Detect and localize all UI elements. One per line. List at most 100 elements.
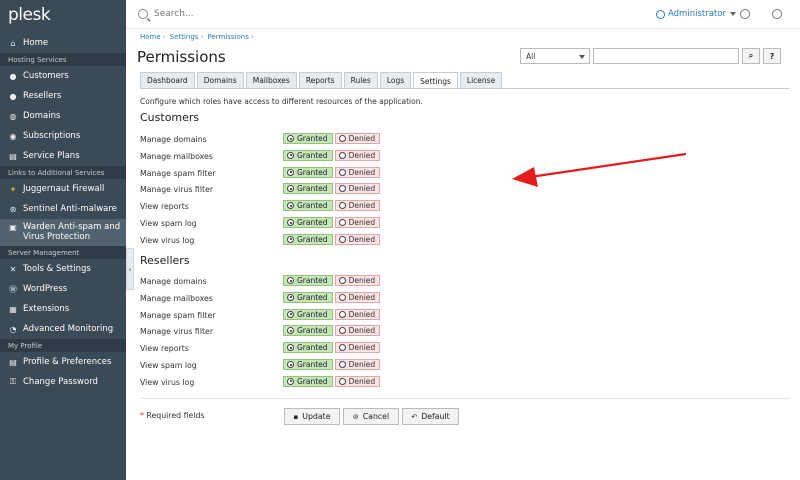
- radio-icon: [338, 168, 346, 176]
- global-search-input[interactable]: Search...: [154, 9, 194, 19]
- sidebar-item-resellers[interactable]: ● Resellers: [0, 86, 126, 106]
- sidebar-item-tools-settings[interactable]: ✕ Tools & Settings: [0, 259, 126, 279]
- denied-radio[interactable]: Denied: [334, 325, 381, 337]
- search-icon[interactable]: [138, 9, 148, 19]
- granted-radio[interactable]: Granted: [283, 275, 333, 286]
- breadcrumb-home[interactable]: Home: [140, 33, 161, 41]
- radio-icon: [338, 344, 346, 352]
- sidebar-item-label: Home: [23, 38, 49, 48]
- sidebar-item-extensions[interactable]: ▦ Extensions: [0, 299, 126, 319]
- permission-label: Manage mailboxes: [140, 151, 213, 161]
- granted-radio[interactable]: Granted: [283, 233, 333, 245]
- sidebar-item-profile[interactable]: ▤ Profile & Preferences: [0, 352, 126, 372]
- denied-radio[interactable]: Denied: [334, 291, 381, 303]
- granted-radio[interactable]: Granted: [283, 308, 333, 320]
- denied-radio[interactable]: Denied: [334, 217, 381, 228]
- tab-reports[interactable]: Reports: [298, 72, 342, 88]
- radio-icon: [338, 361, 346, 368]
- default-button[interactable]: ↶ Default: [402, 408, 459, 425]
- filter-select[interactable]: All: [520, 48, 590, 64]
- sidebar-item-label: Domains: [23, 111, 61, 121]
- sidebar-item-service-plans[interactable]: ▤ Service Plans: [0, 146, 126, 166]
- sidebar-item-subscriptions[interactable]: ◉ Subscriptions: [0, 126, 126, 146]
- permission-radio-group: Granted Denied: [283, 166, 382, 178]
- cancel-button[interactable]: ⊘ Cancel: [343, 408, 399, 425]
- group-title-resellers: Resellers: [140, 254, 190, 267]
- tab-logs[interactable]: Logs: [379, 72, 412, 88]
- chevron-down-icon: [729, 12, 736, 16]
- sidebar-item-sentinel[interactable]: ⊛ Sentinel Anti-malware: [0, 199, 126, 219]
- sidebar-item-customers[interactable]: ● Customers: [0, 66, 126, 86]
- sidebar-item-home[interactable]: ⌂ Home: [0, 33, 126, 53]
- cancel-button-label: Cancel: [362, 412, 390, 421]
- granted-label: Granted: [297, 276, 328, 285]
- denied-radio[interactable]: Denied: [334, 275, 381, 286]
- sidebar-collapse-toggle[interactable]: ‹: [126, 248, 134, 290]
- denied-radio[interactable]: Denied: [334, 133, 381, 144]
- tab-rules[interactable]: Rules: [343, 72, 378, 88]
- radio-icon: [287, 185, 294, 193]
- permission-row: View reports Granted Denied: [140, 342, 540, 357]
- denied-radio[interactable]: Denied: [334, 342, 381, 354]
- update-button[interactable]: ▪ Update: [284, 408, 340, 425]
- help-lifebuoy-icon[interactable]: [740, 9, 750, 19]
- support-icon[interactable]: [772, 9, 782, 19]
- tab-license[interactable]: License: [459, 72, 503, 88]
- sidebar-item-juggernaut-firewall[interactable]: ✦ Juggernaut Firewall: [0, 179, 126, 199]
- tab-divider: [140, 88, 790, 89]
- denied-radio[interactable]: Denied: [334, 375, 381, 387]
- help-button[interactable]: ?: [763, 48, 781, 64]
- denied-radio[interactable]: Denied: [334, 200, 381, 212]
- granted-label: Granted: [297, 167, 328, 177]
- granted-label: Granted: [297, 326, 328, 336]
- tab-settings[interactable]: Settings: [413, 72, 458, 89]
- granted-radio[interactable]: Granted: [283, 133, 333, 144]
- search-button[interactable]: ⌕: [742, 48, 760, 64]
- denied-radio[interactable]: Denied: [334, 183, 381, 195]
- granted-radio[interactable]: Granted: [283, 166, 333, 178]
- denied-radio[interactable]: Denied: [334, 166, 381, 178]
- granted-radio[interactable]: Granted: [283, 149, 333, 161]
- granted-radio[interactable]: Granted: [283, 217, 333, 228]
- granted-radio[interactable]: Granted: [283, 325, 333, 337]
- granted-radio[interactable]: Granted: [283, 291, 333, 303]
- tab-mailboxes[interactable]: Mailboxes: [245, 72, 297, 88]
- filter-search-input[interactable]: [593, 48, 739, 64]
- permission-radio-group: Granted Denied: [283, 359, 382, 370]
- permission-label: View virus log: [140, 235, 195, 245]
- denied-radio[interactable]: Denied: [334, 359, 381, 370]
- breadcrumb-permissions[interactable]: Permissions: [207, 33, 248, 41]
- denied-label: Denied: [348, 276, 376, 285]
- granted-radio[interactable]: Granted: [283, 375, 333, 387]
- sidebar-item-change-password[interactable]: ⚿ Change Password: [0, 372, 126, 392]
- sidebar-item-domains[interactable]: ◍ Domains: [0, 106, 126, 126]
- denied-radio[interactable]: Denied: [334, 233, 381, 245]
- sidebar-item-wordpress[interactable]: Ⓦ WordPress: [0, 279, 126, 299]
- denied-label: Denied: [348, 134, 376, 143]
- denied-label: Denied: [348, 167, 376, 177]
- plesk-logo[interactable]: plesk: [0, 0, 126, 33]
- required-fields-note: * Required fields: [140, 411, 204, 420]
- granted-label: Granted: [297, 292, 328, 302]
- wordpress-icon: Ⓦ: [9, 284, 17, 294]
- sidebar-item-advanced-monitoring[interactable]: ◔ Advanced Monitoring: [0, 319, 126, 339]
- denied-radio[interactable]: Denied: [334, 149, 381, 161]
- granted-radio[interactable]: Granted: [283, 359, 333, 370]
- sidebar-item-warden[interactable]: ▣ Warden Anti-spam and Virus Protection: [0, 219, 126, 246]
- sidebar-item-label: Subscriptions: [23, 131, 81, 141]
- tab-domains[interactable]: Domains: [196, 72, 244, 88]
- breadcrumb-settings[interactable]: Settings: [170, 33, 199, 41]
- permission-radio-group: Granted Denied: [283, 308, 382, 320]
- user-menu[interactable]: Administrator: [656, 9, 736, 19]
- tab-dashboard[interactable]: Dashboard: [140, 72, 195, 88]
- sidebar: plesk ⌂ Home Hosting Services ● Customers …: [0, 0, 126, 480]
- radio-icon: [338, 202, 346, 210]
- permission-label: Manage virus filter: [140, 185, 214, 195]
- granted-radio[interactable]: Granted: [283, 183, 333, 195]
- radio-icon: [287, 293, 294, 301]
- permission-label: View reports: [140, 344, 189, 354]
- granted-radio[interactable]: Granted: [283, 342, 333, 354]
- denied-radio[interactable]: Denied: [334, 308, 381, 320]
- footer-divider: [140, 398, 790, 399]
- granted-radio[interactable]: Granted: [283, 200, 333, 212]
